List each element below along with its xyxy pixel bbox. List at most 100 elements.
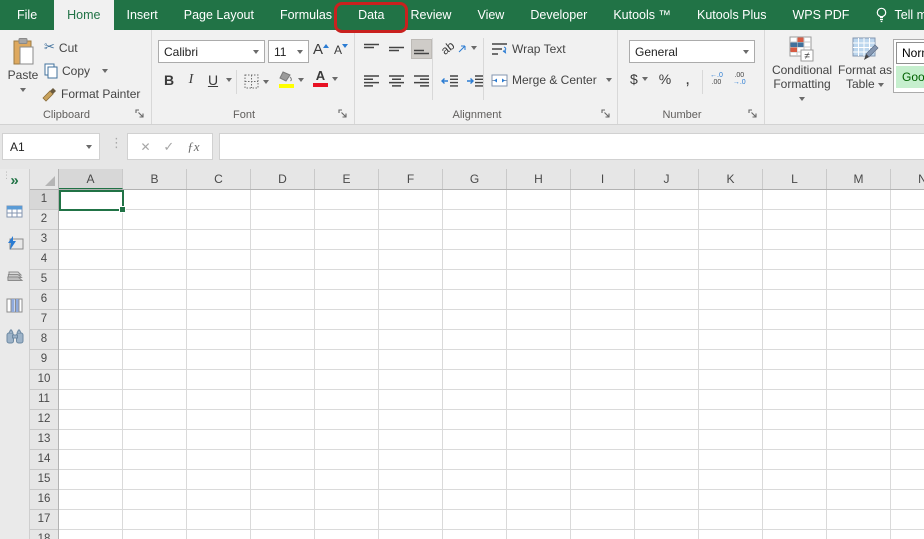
merge-center-button[interactable]: Merge & Center (491, 73, 612, 87)
column-header[interactable]: N (891, 169, 924, 189)
row-header[interactable]: 6 (30, 290, 58, 310)
shrink-font-button[interactable]: A (334, 43, 349, 57)
cell-style-item[interactable]: Normal (896, 42, 924, 64)
row-header[interactable]: 13 (30, 430, 58, 450)
tab-kutools-plus[interactable]: Kutools Plus (684, 0, 779, 30)
enter-button[interactable]: ✓ (163, 139, 174, 155)
orientation-button[interactable]: ab (438, 38, 478, 58)
row-header[interactable]: 2 (30, 210, 58, 230)
row-header[interactable]: 12 (30, 410, 58, 430)
column-header[interactable]: E (315, 169, 379, 189)
column-header[interactable]: H (507, 169, 571, 189)
row-header[interactable]: 4 (30, 250, 58, 270)
format-as-table-button[interactable]: Format as Table (837, 36, 893, 91)
row-header[interactable]: 10 (30, 370, 58, 390)
increase-indent-button[interactable] (464, 71, 485, 91)
tab-developer[interactable]: Developer (517, 0, 600, 30)
percent-style-button[interactable]: % (659, 71, 671, 87)
row-header[interactable]: 8 (30, 330, 58, 350)
tab-tell-me[interactable]: Tell me (862, 0, 924, 30)
column-header[interactable]: M (827, 169, 891, 189)
binoculars-icon[interactable] (6, 329, 24, 344)
cell-grid[interactable] (59, 190, 924, 539)
font-size-combobox[interactable]: 11 (268, 40, 309, 63)
column-header[interactable]: J (635, 169, 699, 189)
tab-home[interactable]: Home (54, 0, 114, 30)
format-painter-button[interactable]: Format Painter (41, 86, 140, 102)
column-header[interactable]: B (123, 169, 187, 189)
alignment-dialog-launcher[interactable] (601, 109, 612, 120)
paste-button[interactable]: Paste (3, 38, 43, 96)
underline-button[interactable]: U (204, 72, 222, 88)
row-header[interactable]: 9 (30, 350, 58, 370)
row-header[interactable]: 11 (30, 390, 58, 410)
top-align-button[interactable] (361, 39, 382, 59)
expand-pane-button[interactable]: » (10, 173, 18, 188)
row-header[interactable]: 14 (30, 450, 58, 470)
align-right-button[interactable] (411, 71, 432, 91)
comma-style-button[interactable]: , (685, 70, 690, 87)
number-format-combobox[interactable]: General (629, 40, 755, 63)
decrease-decimal-button[interactable]: .00 →.0 (733, 72, 746, 86)
navigation-pane-icon[interactable] (6, 204, 24, 220)
name-box[interactable]: A1 (2, 133, 100, 160)
row-header[interactable]: 16 (30, 490, 58, 510)
column-header[interactable]: C (187, 169, 251, 189)
column-header[interactable]: I (571, 169, 635, 189)
column-header[interactable]: G (443, 169, 507, 189)
tab-kutools[interactable]: Kutools ™ (600, 0, 684, 30)
formula-input[interactable] (219, 133, 924, 160)
copy-button[interactable]: Copy (44, 63, 109, 79)
column-header[interactable]: D (251, 169, 315, 189)
increase-decimal-button[interactable]: ←.0 .00 (710, 72, 723, 86)
borders-button[interactable] (244, 74, 269, 89)
tab-formulas[interactable]: Formulas (267, 0, 345, 30)
number-dialog-launcher[interactable] (748, 109, 759, 120)
tab-insert[interactable]: Insert (114, 0, 171, 30)
row-header[interactable]: 17 (30, 510, 58, 530)
conditional-formatting-button[interactable]: ≠ Conditional Formatting (771, 36, 833, 105)
column-header[interactable]: F (379, 169, 443, 189)
tab-file[interactable]: File (0, 0, 54, 30)
tab-review[interactable]: Review (397, 0, 464, 30)
grow-font-button[interactable]: A (313, 41, 330, 58)
formula-bar-grip[interactable]: ⋮ (110, 136, 123, 151)
row-header[interactable]: 5 (30, 270, 58, 290)
row-header[interactable]: 7 (30, 310, 58, 330)
layers-tray-icon[interactable] (6, 267, 24, 282)
wrap-text-button[interactable]: Wrap Text (491, 42, 566, 56)
font-family-combobox[interactable]: Calibri (158, 40, 265, 63)
center-button[interactable] (386, 71, 407, 91)
accounting-dropdown-arrow-icon[interactable] (641, 77, 648, 81)
row-header[interactable]: 3 (30, 230, 58, 250)
middle-align-button[interactable] (386, 39, 407, 59)
column-header[interactable]: K (699, 169, 763, 189)
insert-function-button[interactable]: ƒx (187, 139, 199, 155)
decrease-indent-button[interactable] (439, 71, 460, 91)
accounting-format-button[interactable]: $ (630, 71, 638, 87)
cell-style-item[interactable]: Good (896, 66, 924, 88)
cut-button[interactable]: ✂ Cut (44, 40, 78, 55)
fill-color-button[interactable] (279, 71, 304, 88)
column-header[interactable]: A (59, 169, 123, 189)
italic-button[interactable]: I (182, 72, 200, 88)
select-all-corner[interactable] (30, 169, 59, 190)
column-grid-icon[interactable] (6, 298, 23, 313)
sidebar-grip[interactable]: ⋮ (2, 170, 11, 181)
bottom-align-button[interactable] (411, 39, 432, 59)
font-color-button[interactable]: A (313, 69, 338, 87)
row-header[interactable]: 1 (30, 190, 58, 210)
font-dialog-launcher[interactable] (338, 109, 349, 120)
tab-page-layout[interactable]: Page Layout (171, 0, 267, 30)
row-header[interactable]: 18 (30, 530, 58, 539)
tab-data[interactable]: Data (334, 0, 409, 33)
bold-button[interactable]: B (160, 72, 178, 88)
selected-cell-a1[interactable] (59, 190, 126, 213)
underline-dropdown-arrow-icon[interactable] (226, 78, 232, 82)
fill-handle[interactable] (119, 206, 126, 213)
row-header[interactable]: 15 (30, 470, 58, 490)
flash-pane-icon[interactable] (6, 236, 24, 251)
tab-wps-pdf[interactable]: WPS PDF (779, 0, 862, 30)
align-left-button[interactable] (361, 71, 382, 91)
cancel-button[interactable]: ✕ (140, 140, 150, 154)
